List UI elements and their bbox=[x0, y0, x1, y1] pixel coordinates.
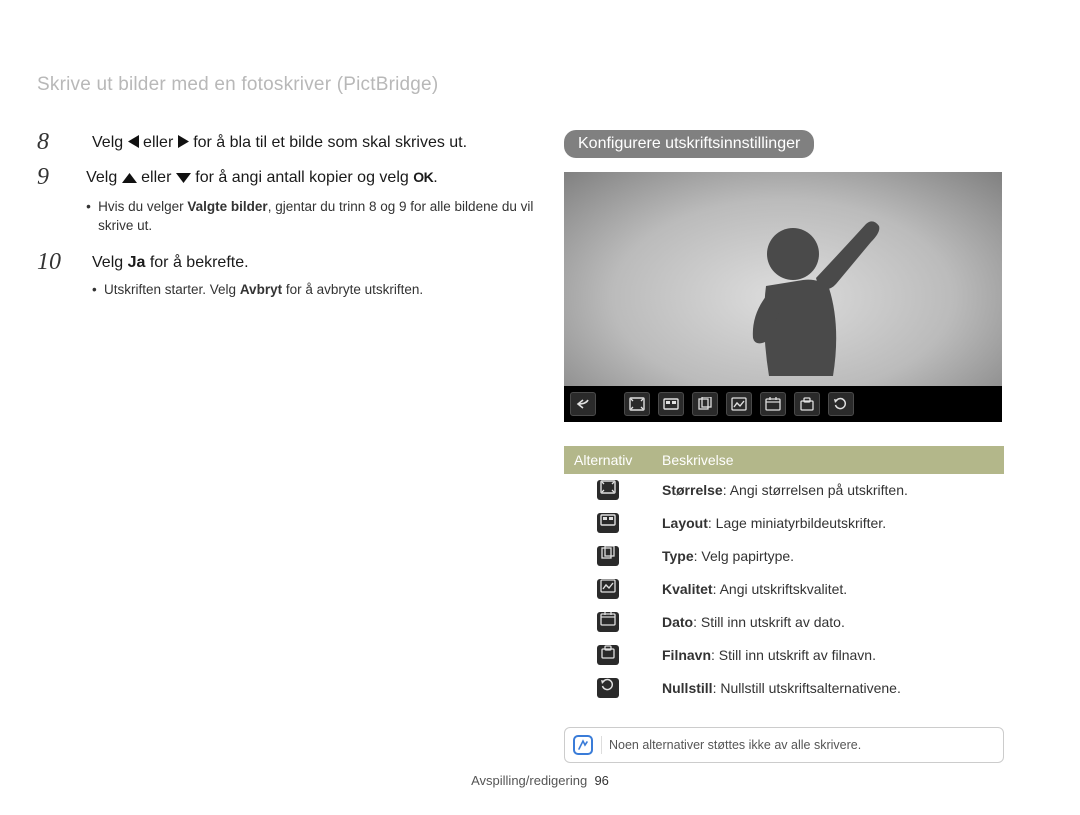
note-box: Noen alternativer støttes ikke av alle s… bbox=[564, 727, 1004, 763]
row-desc: : Lage miniatyrbildeutskrifter. bbox=[708, 515, 886, 531]
up-arrow-icon bbox=[122, 168, 137, 190]
step-10: 10 Velg Ja for å bekrefte. Utskriften st… bbox=[37, 250, 537, 304]
step-9-bullet-pre: Hvis du velger bbox=[98, 199, 187, 214]
step-9-bullet-1: Hvis du velger Valgte bilder, gjentar du… bbox=[86, 197, 537, 236]
row-desc: : Velg papirtype. bbox=[694, 548, 794, 564]
options-header-row: Alternativ Beskrivelse bbox=[564, 446, 1004, 474]
quality-icon bbox=[597, 579, 619, 599]
filename-icon bbox=[597, 645, 619, 665]
step-8: 8 Velg eller for å bla til et bilde som … bbox=[37, 130, 537, 155]
row-desc: : Still inn utskrift av filnavn. bbox=[711, 647, 876, 663]
table-row: Størrelse: Angi størrelsen på utskriften… bbox=[564, 474, 1004, 507]
toolbar-back-icon[interactable] bbox=[570, 392, 596, 416]
ok-icon: OK bbox=[413, 168, 433, 188]
table-row: Kvalitet: Angi utskriftskvalitet. bbox=[564, 573, 1004, 606]
toolbar-quality-icon[interactable] bbox=[726, 392, 752, 416]
step-8-body: Velg eller for å bla til et bilde som sk… bbox=[92, 130, 467, 155]
toolbar-reset-icon[interactable] bbox=[828, 392, 854, 416]
step-9: 9 Velg eller for å angi antall kopier og… bbox=[37, 165, 537, 240]
row-label: Kvalitet bbox=[662, 581, 713, 597]
row-desc: : Nullstill utskriftsalternativene. bbox=[713, 680, 901, 696]
reset-icon bbox=[597, 678, 619, 698]
page-footer: Avspilling/redigering 96 bbox=[0, 773, 1080, 788]
layout-icon bbox=[597, 513, 619, 533]
step-9-number: 9 bbox=[37, 165, 86, 240]
preview-toolbar bbox=[564, 386, 1002, 422]
step-10-number: 10 bbox=[37, 250, 92, 304]
step-9-text-pre: Velg bbox=[86, 169, 122, 186]
step-10-bullet-post: for å avbryte utskriften. bbox=[282, 282, 423, 297]
step-10-body: Velg Ja for å bekrefte. Utskriften start… bbox=[92, 250, 423, 304]
left-arrow-icon bbox=[128, 133, 139, 155]
toolbar-size-icon[interactable] bbox=[624, 392, 650, 416]
options-header-col1: Alternativ bbox=[564, 446, 652, 474]
down-arrow-icon bbox=[176, 168, 191, 190]
row-desc: : Angi utskriftskvalitet. bbox=[713, 581, 848, 597]
step-8-text-pre: Velg bbox=[92, 134, 128, 151]
step-8-text-post: for å bla til et bilde som skal skrives … bbox=[193, 134, 467, 151]
step-10-bullet-pre: Utskriften starter. Velg bbox=[104, 282, 240, 297]
step-9-text-mid: eller bbox=[141, 169, 176, 186]
step-9-bullet-bold: Valgte bilder bbox=[187, 199, 267, 214]
note-separator bbox=[601, 736, 602, 754]
step-8-text-mid: eller bbox=[143, 134, 178, 151]
type-icon bbox=[597, 546, 619, 566]
row-label: Type bbox=[662, 548, 694, 564]
row-desc: : Still inn utskrift av dato. bbox=[693, 614, 845, 630]
step-10-text-post: for å bekrefte. bbox=[145, 254, 248, 271]
footer-section: Avspilling/redigering bbox=[471, 773, 587, 788]
right-arrow-icon bbox=[178, 133, 189, 155]
size-icon bbox=[597, 480, 619, 500]
footer-pagenum: 96 bbox=[594, 773, 608, 788]
step-9-bullets: Hvis du velger Valgte bilder, gjentar du… bbox=[86, 197, 537, 236]
note-icon bbox=[573, 735, 593, 755]
step-10-bullets: Utskriften starter. Velg Avbryt for å av… bbox=[92, 280, 423, 300]
table-row: Type: Velg papirtype. bbox=[564, 540, 1004, 573]
table-row: Dato: Still inn utskrift av dato. bbox=[564, 606, 1004, 639]
toolbar-type-icon[interactable] bbox=[692, 392, 718, 416]
print-preview bbox=[564, 172, 1002, 422]
row-label: Nullstill bbox=[662, 680, 713, 696]
step-9-body: Velg eller for å angi antall kopier og v… bbox=[86, 165, 537, 240]
table-row: Filnavn: Still inn utskrift av filnavn. bbox=[564, 639, 1004, 672]
step-9-text-post1: for å angi antall kopier og velg bbox=[195, 169, 413, 186]
table-row: Nullstill: Nullstill utskriftsalternativ… bbox=[564, 672, 1004, 705]
step-9-text-post2: . bbox=[433, 169, 437, 186]
right-column: Konfigurere utskriftsinnstillinger bbox=[564, 130, 1044, 763]
step-10-bold: Ja bbox=[128, 254, 146, 271]
options-table: Alternativ Beskrivelse Størrelse: Angi s… bbox=[564, 446, 1004, 705]
toolbar-date-icon[interactable] bbox=[760, 392, 786, 416]
step-10-bullet-1: Utskriften starter. Velg Avbryt for å av… bbox=[92, 280, 423, 300]
left-column: 8 Velg eller for å bla til et bilde som … bbox=[37, 130, 537, 314]
date-icon bbox=[597, 612, 619, 632]
row-label: Filnavn bbox=[662, 647, 711, 663]
toolbar-filename-icon[interactable] bbox=[794, 392, 820, 416]
note-text: Noen alternativer støttes ikke av alle s… bbox=[609, 738, 861, 752]
row-label: Størrelse bbox=[662, 482, 723, 498]
row-label: Dato bbox=[662, 614, 693, 630]
step-10-text-pre: Velg bbox=[92, 254, 128, 271]
toolbar-layout-icon[interactable] bbox=[658, 392, 684, 416]
child-silhouette-icon bbox=[711, 206, 891, 386]
table-row: Layout: Lage miniatyrbildeutskrifter. bbox=[564, 507, 1004, 540]
step-10-bullet-bold: Avbryt bbox=[240, 282, 282, 297]
step-8-number: 8 bbox=[37, 130, 92, 155]
options-header-col2: Beskrivelse bbox=[652, 446, 1004, 474]
row-desc: : Angi størrelsen på utskriften. bbox=[723, 482, 908, 498]
section-badge: Konfigurere utskriftsinnstillinger bbox=[564, 130, 814, 158]
row-label: Layout bbox=[662, 515, 708, 531]
page-title: Skrive ut bilder med en fotoskriver (Pic… bbox=[37, 74, 438, 96]
